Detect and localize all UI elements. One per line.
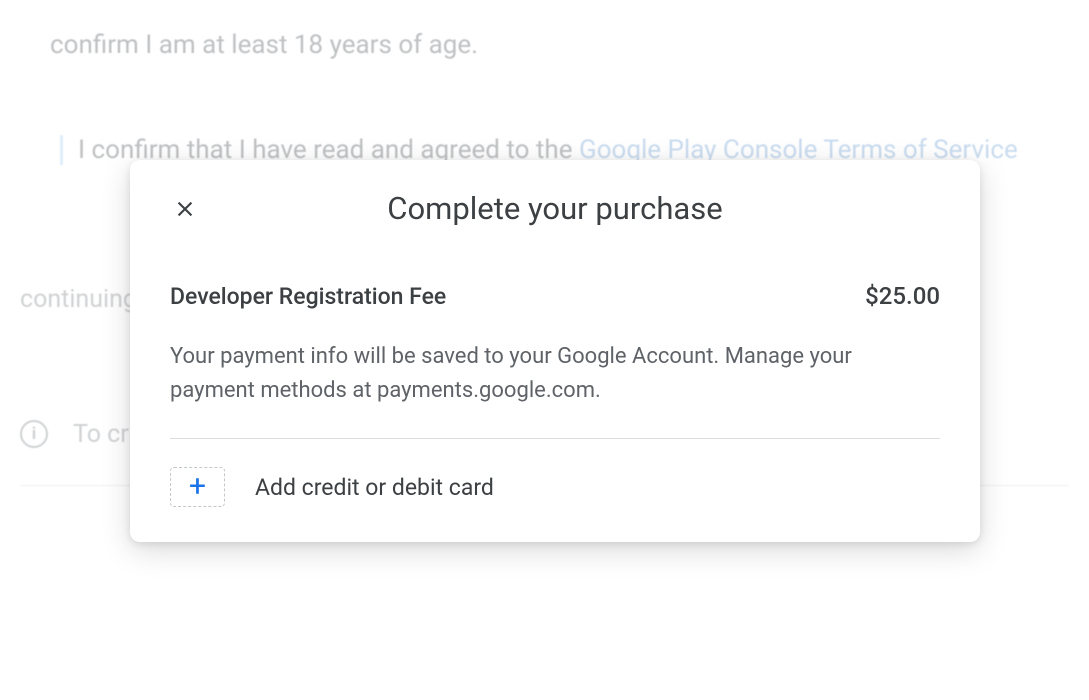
payment-info-text: Your payment info will be saved to your … bbox=[170, 340, 940, 408]
add-icon-box: + bbox=[170, 467, 225, 507]
info-icon: i bbox=[20, 420, 48, 448]
fee-label: Developer Registration Fee bbox=[170, 283, 446, 310]
add-card-button[interactable]: + Add credit or debit card bbox=[170, 467, 940, 507]
divider bbox=[170, 438, 940, 439]
bg-age-text: confirm I am at least 18 years of age. bbox=[50, 30, 1069, 60]
add-card-label: Add credit or debit card bbox=[255, 474, 494, 501]
plus-icon: + bbox=[189, 472, 206, 502]
purchase-modal: Complete your purchase Developer Registr… bbox=[130, 160, 980, 542]
modal-title: Complete your purchase bbox=[200, 190, 910, 227]
modal-header: Complete your purchase bbox=[170, 190, 940, 227]
close-icon[interactable] bbox=[170, 194, 200, 224]
fee-amount: $25.00 bbox=[865, 282, 940, 310]
fee-row: Developer Registration Fee $25.00 bbox=[170, 282, 940, 310]
